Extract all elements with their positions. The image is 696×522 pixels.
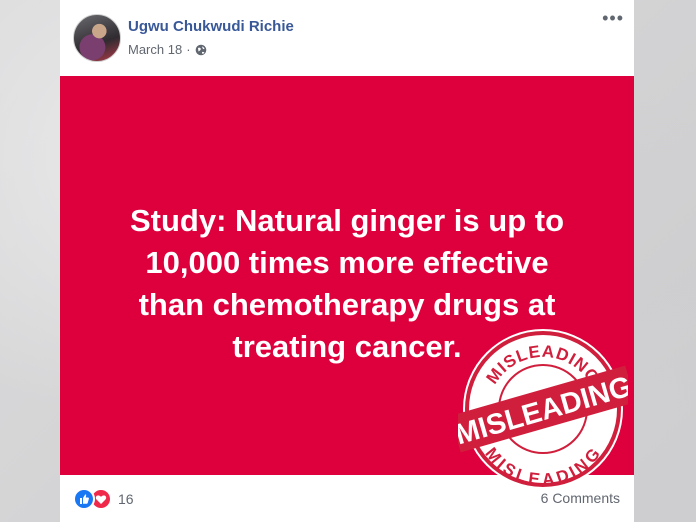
like-icon [73, 488, 95, 510]
comments-link[interactable]: 6 Comments [541, 490, 620, 506]
more-options-button[interactable]: ••• [602, 9, 624, 27]
post-header: Ugwu Chukwudi Richie March 18 · ••• [60, 0, 634, 76]
facebook-post-card: Ugwu Chukwudi Richie March 18 · ••• Stud… [60, 0, 634, 522]
date-separator: · [186, 42, 191, 57]
post-meta: March 18 · [128, 42, 207, 57]
avatar[interactable] [73, 14, 121, 62]
headline-line: Study: Natural ginger is up to [129, 203, 564, 238]
post-date[interactable]: March 18 [128, 42, 182, 57]
globe-icon[interactable] [195, 44, 207, 56]
post-footer: 16 6 Comments [60, 475, 634, 522]
misleading-stamp: MISLEADING MISLEADING MISLEADING [458, 329, 628, 489]
post-image-panel: Study: Natural ginger is up to 10,000 ti… [60, 76, 634, 489]
reaction-count[interactable]: 16 [118, 491, 134, 507]
author-name[interactable]: Ugwu Chukwudi Richie [128, 18, 294, 35]
headline-line: 10,000 times more effective [145, 245, 549, 280]
reactions[interactable]: 16 [73, 488, 134, 510]
headline-line: than chemotherapy drugs at [138, 287, 556, 322]
